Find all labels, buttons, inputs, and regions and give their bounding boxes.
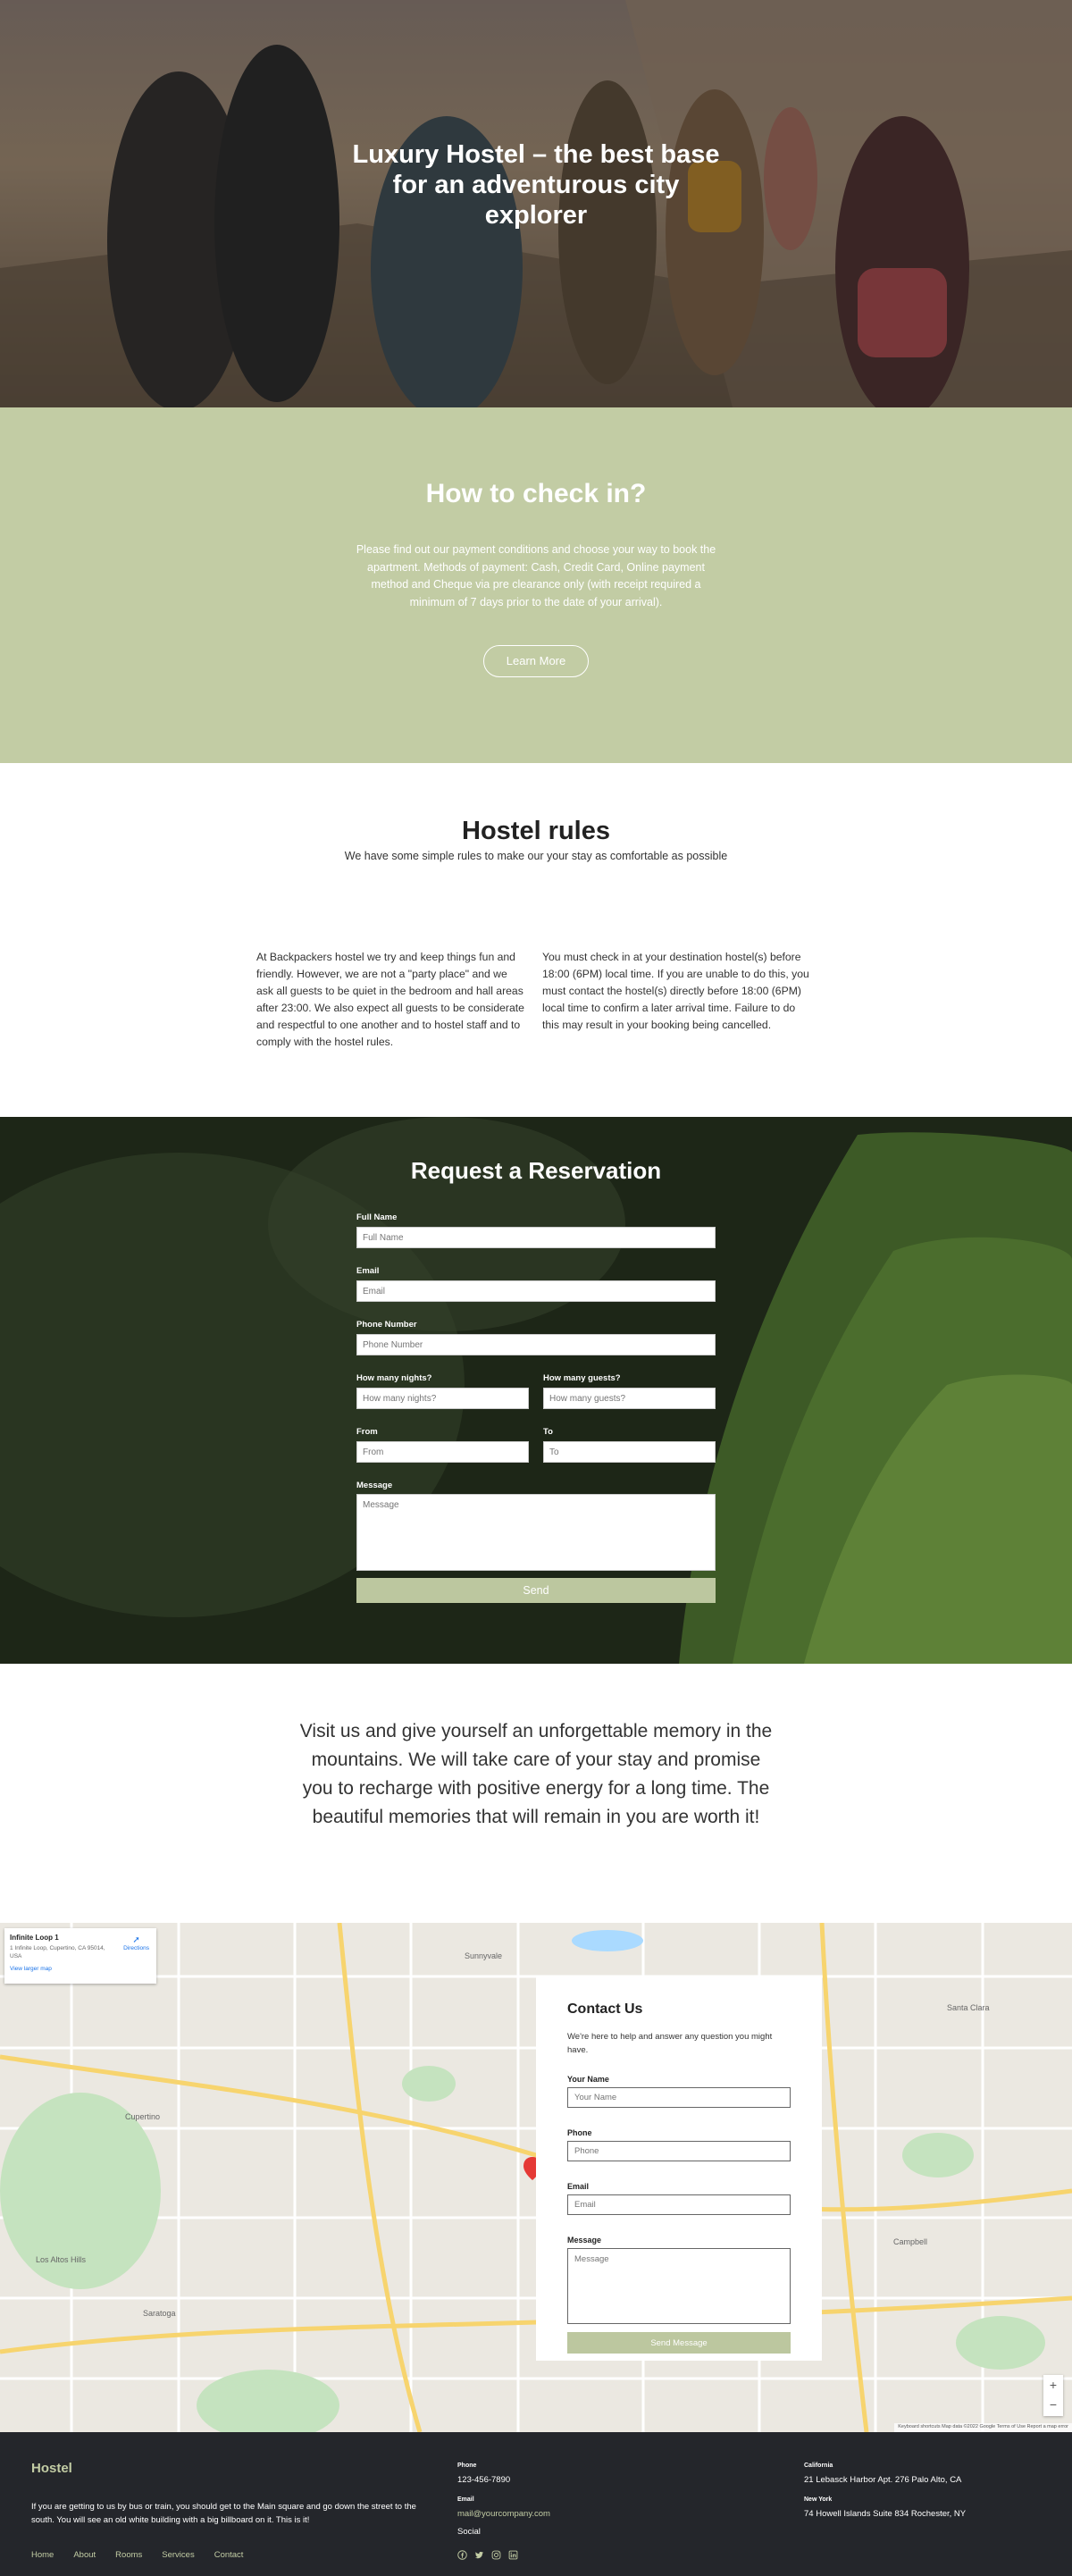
- hero-title: Luxury Hostel – the best base for an adv…: [352, 140, 720, 230]
- to-date-input[interactable]: [543, 1441, 716, 1463]
- contact-email-label: Email: [567, 2182, 590, 2191]
- contact-message-label: Message: [567, 2236, 602, 2245]
- contact-title: Contact Us: [567, 2001, 643, 2017]
- twitter-icon[interactable]: [474, 2548, 484, 2559]
- message-textarea[interactable]: [356, 1494, 716, 1571]
- quote-text: Visit us and give yourself an unforgetta…: [299, 1721, 773, 1827]
- nights-label: How many nights?: [356, 1373, 432, 1383]
- footer-nav-services[interactable]: Services: [162, 2550, 194, 2560]
- map-label-cupertino: Cupertino: [125, 2112, 160, 2121]
- reservation-title: Request a Reservation: [410, 1157, 662, 1184]
- zoom-in-icon[interactable]: +: [1043, 2375, 1063, 2395]
- rules-text-right: You must check in at your destination ho…: [542, 951, 809, 1031]
- contact-phone-input[interactable]: [567, 2141, 791, 2161]
- contact-intro: We're here to help and answer any questi…: [567, 2032, 773, 2055]
- phone-input[interactable]: [356, 1334, 716, 1355]
- quote-section: Visit us and give yourself an unforgetta…: [0, 1664, 1072, 1923]
- from-label: From: [356, 1427, 378, 1437]
- map-label-sunnyvale: Sunnyvale: [465, 1951, 502, 1960]
- checkin-text: Please find out our payment conditions a…: [356, 543, 716, 608]
- guests-label: How many guests?: [543, 1373, 621, 1383]
- directions-label: Directions: [123, 1945, 149, 1951]
- send-reservation-button[interactable]: Send: [356, 1578, 716, 1603]
- rules-text-left: At Backpackers hostel we try and keep th…: [256, 951, 524, 1048]
- nights-input[interactable]: [356, 1388, 529, 1409]
- footer-newyork-label: New York: [804, 2496, 833, 2503]
- footer-email[interactable]: mail@yourcompany.com: [457, 2509, 550, 2519]
- footer-nav-contact[interactable]: Contact: [214, 2550, 244, 2560]
- map-place-address: 1 Infinite Loop, Cupertino, CA 95014, US…: [10, 1945, 105, 1959]
- contact-card: Contact Us We're here to help and answer…: [536, 1976, 822, 2361]
- phone-label: Phone Number: [356, 1320, 417, 1330]
- footer-social-label: Social: [457, 2527, 481, 2537]
- map-label-santa-clara: Santa Clara: [947, 2003, 990, 2012]
- contact-message-textarea[interactable]: [567, 2248, 791, 2324]
- footer-phone[interactable]: 123-456-7890: [457, 2475, 510, 2485]
- checkin-title: How to check in?: [425, 479, 647, 508]
- directions-link[interactable]: ➚ Directions: [123, 1935, 149, 1951]
- rules-subtitle: We have some simple rules to make our yo…: [344, 850, 728, 862]
- contact-phone-label: Phone: [567, 2128, 592, 2137]
- hero-section: Luxury Hostel – the best base for an adv…: [0, 0, 1072, 407]
- view-larger-map-link[interactable]: View larger map: [10, 1966, 151, 1972]
- map-label-saratoga: Saratoga: [143, 2309, 176, 2318]
- email-label: Email: [356, 1266, 380, 1276]
- reservation-section: Request a Reservation Full Name Email Ph…: [0, 1117, 1072, 1664]
- your-name-label: Your Name: [567, 2075, 609, 2084]
- footer-brand[interactable]: Hostel: [31, 2461, 72, 2476]
- directions-icon: ➚: [132, 1935, 140, 1945]
- footer-nav: Home About Rooms Services Contact: [31, 2550, 243, 2560]
- map-section[interactable]: Santa Clara Cupertino Sunnyvale Los Alto…: [0, 1923, 1072, 2432]
- facebook-icon[interactable]: [457, 2548, 467, 2560]
- send-message-button[interactable]: Send Message: [567, 2332, 791, 2354]
- linkedin-icon[interactable]: [508, 2548, 518, 2560]
- footer-nav-about[interactable]: About: [73, 2550, 96, 2560]
- map-zoom-control[interactable]: + −: [1043, 2375, 1063, 2416]
- map-place-card: Infinite Loop 1 1 Infinite Loop, Cuperti…: [4, 1928, 156, 1984]
- footer-email-label: Email: [457, 2496, 474, 2503]
- footer-newyork-address: 74 Howell Islands Suite 834 Rochester, N…: [804, 2509, 967, 2519]
- map-label-campbell: Campbell: [893, 2237, 927, 2246]
- footer: Hostel If you are getting to us by bus o…: [0, 2432, 1072, 2576]
- map-attribution: Keyboard shortcuts Map data ©2022 Google…: [894, 2423, 1072, 2432]
- contact-email-input[interactable]: [567, 2194, 791, 2215]
- your-name-input[interactable]: [567, 2087, 791, 2108]
- rules-section: Hostel rules We have some simple rules t…: [0, 763, 1072, 1117]
- full-name-label: Full Name: [356, 1212, 398, 1222]
- zoom-out-icon[interactable]: −: [1043, 2395, 1063, 2414]
- footer-description: If you are getting to us by bus or train…: [31, 2502, 416, 2525]
- map-label-los-altos-hills: Los Altos Hills: [36, 2255, 87, 2264]
- guests-input[interactable]: [543, 1388, 716, 1409]
- rules-title: Hostel rules: [462, 817, 610, 845]
- full-name-input[interactable]: [356, 1227, 716, 1248]
- social-icons: [457, 2548, 518, 2560]
- from-date-input[interactable]: [356, 1441, 529, 1463]
- footer-phone-label: Phone: [457, 2463, 477, 2469]
- checkin-section: How to check in? Please find out our pay…: [0, 407, 1072, 763]
- instagram-icon[interactable]: [491, 2548, 501, 2560]
- email-input[interactable]: [356, 1280, 716, 1302]
- footer-nav-home[interactable]: Home: [31, 2550, 54, 2560]
- footer-nav-rooms[interactable]: Rooms: [115, 2550, 142, 2560]
- to-label: To: [543, 1427, 553, 1437]
- message-label: Message: [356, 1481, 393, 1490]
- footer-california-address: 21 Lebasck Harbor Apt. 276 Palo Alto, CA: [804, 2475, 962, 2485]
- footer-california-label: California: [804, 2463, 833, 2469]
- learn-more-button[interactable]: Learn More: [483, 645, 589, 677]
